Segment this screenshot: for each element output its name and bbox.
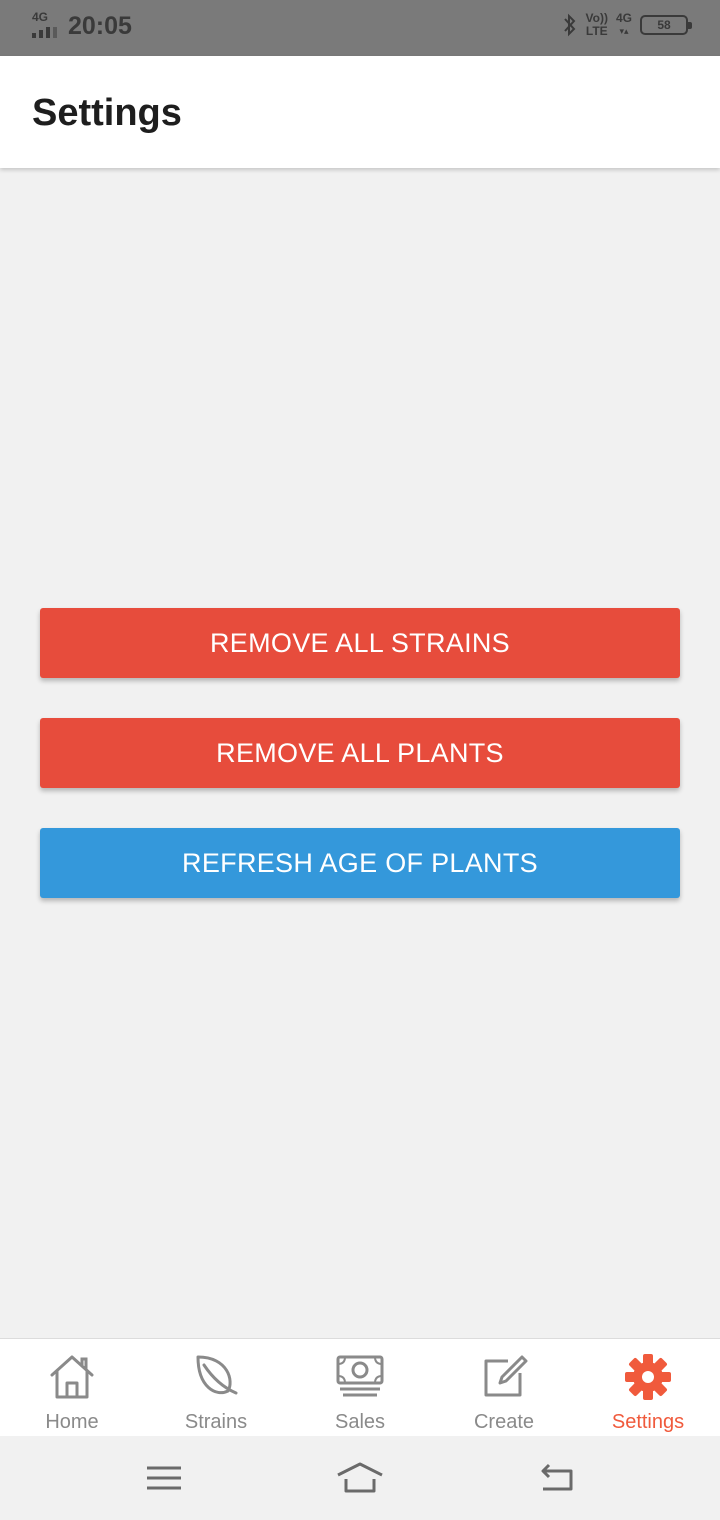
volte-indicator: Vo)) LTE	[585, 11, 608, 38]
network-type-left: 4G	[32, 10, 49, 24]
home-icon	[50, 1355, 94, 1399]
page-title: Settings	[32, 92, 182, 134]
tab-sales[interactable]: Sales	[288, 1339, 432, 1436]
network-type-right: 4G ▾▴	[615, 11, 632, 37]
home-nav-icon[interactable]	[336, 1461, 384, 1495]
remove-all-strains-button[interactable]: REMOVE ALL STRAINS	[40, 608, 680, 678]
menu-icon[interactable]	[143, 1461, 185, 1495]
status-left: 4G 20:05	[30, 10, 132, 42]
tab-home[interactable]: Home	[0, 1339, 144, 1436]
tab-label-home: Home	[45, 1411, 99, 1433]
tab-label-create: Create	[473, 1411, 535, 1433]
tab-label-strains: Strains	[184, 1411, 248, 1433]
gear-icon	[625, 1354, 671, 1400]
leaf-icon	[196, 1355, 238, 1395]
tab-label-settings: Settings	[611, 1411, 685, 1433]
tab-create[interactable]: Create	[432, 1339, 576, 1436]
status-right: Vo)) LTE 4G ▾▴ 58	[562, 11, 692, 38]
signal-icon: 4G	[30, 10, 60, 42]
remove-all-plants-button[interactable]: REMOVE ALL PLANTS	[40, 718, 680, 788]
tab-settings[interactable]: Settings	[576, 1339, 720, 1436]
tab-strains[interactable]: Strains	[144, 1339, 288, 1436]
bottom-tab-bar: Home Strains Sales Create Settings	[0, 1338, 720, 1436]
status-bar: 4G 20:05 Vo)) LTE 4G ▾▴ 58	[0, 0, 720, 56]
battery-level: 58	[657, 18, 671, 32]
refresh-age-of-plants-button[interactable]: REFRESH AGE OF PLANTS	[40, 828, 680, 898]
battery-icon: 58	[640, 15, 692, 35]
bluetooth-icon	[563, 13, 575, 37]
status-time: 20:05	[68, 11, 132, 40]
app-header: Settings	[0, 56, 720, 168]
system-nav-bar	[0, 1436, 720, 1520]
cash-icon	[336, 1355, 384, 1397]
edit-icon	[484, 1355, 528, 1397]
tab-label-sales: Sales	[334, 1411, 386, 1433]
back-icon[interactable]	[535, 1461, 577, 1495]
